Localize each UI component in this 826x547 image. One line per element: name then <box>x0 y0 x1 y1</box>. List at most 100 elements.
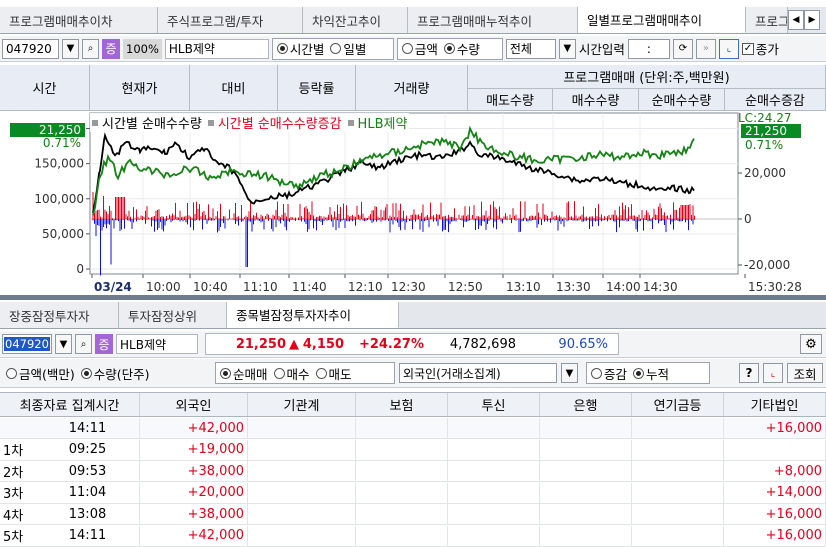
up-arrow-icon: ▲ <box>289 336 299 352</box>
col-institution: 기관계 <box>248 393 356 416</box>
lower-unit-radio-group: 금액(백만) 수량(단주) <box>2 362 211 384</box>
table-row[interactable]: 5차 14:11 +42,000 +16,000 <box>0 525 826 547</box>
cell-pension <box>632 461 724 481</box>
cell-foreign: +42,000 <box>140 418 248 438</box>
scope-dropdown-button[interactable]: ▼ <box>558 38 576 59</box>
lower-search-button[interactable]: ⌕ <box>75 334 92 354</box>
left-tick-label: 150,000 <box>34 157 84 171</box>
cell-bank <box>540 439 632 460</box>
radio-change[interactable]: 증감 <box>591 364 627 383</box>
lower-code-dropdown-button[interactable]: ▼ <box>55 334 72 354</box>
time-input[interactable]: : <box>627 38 670 59</box>
cell-foreign: +19,000 <box>140 439 248 460</box>
col-insurance: 보험 <box>356 393 448 416</box>
scope-select-value: 전체 <box>509 42 532 56</box>
table-row[interactable]: 1차 09:25 +19,000 <box>0 439 826 461</box>
tab-cumulative-trend[interactable]: 프로그램매매누적추이 <box>408 7 578 33</box>
refresh-button[interactable]: ⟳ <box>672 38 693 59</box>
tab-scroll-right-button[interactable]: ▶ <box>804 10 820 30</box>
cell-insurance <box>356 525 448 546</box>
settings-button[interactable]: ⚙ <box>800 334 822 354</box>
col-pension: 연기금등 <box>632 393 724 416</box>
next-button[interactable]: » <box>695 38 716 59</box>
cell-label-time: 5차 14:11 <box>0 525 140 546</box>
lower-toolbar: 047920 ▼ ⌕ 증 HLB제약 21,250 ▲ 4,150 +24.27… <box>0 331 826 358</box>
col-time-header: 시간 <box>0 65 90 111</box>
table-row[interactable]: 4차 13:08 +38,000 +16,000 <box>0 504 826 525</box>
radio-qty-shares-label: 수량(단주) <box>93 366 150 382</box>
col-price-header: 현재가 <box>90 65 190 111</box>
x-tick-label: 11:40 <box>292 280 327 294</box>
investor-dropdown-button[interactable]: ▼ <box>561 363 578 383</box>
code-dropdown-button[interactable]: ▼ <box>62 38 79 59</box>
cell-label-time: 4차 13:08 <box>0 504 140 524</box>
table-row[interactable]: 3차 11:04 +20,000 +14,000 <box>0 482 826 504</box>
radio-dot-icon <box>401 43 413 54</box>
radio-dot-icon <box>220 367 231 379</box>
radio-buy[interactable]: 매수 <box>273 364 310 383</box>
search-button[interactable]: ⌕ <box>82 38 99 59</box>
cell-other: +14,000 <box>724 482 826 503</box>
x-tick-label: 13:10 <box>506 280 541 294</box>
radio-amount-million[interactable]: 금액(백만) <box>6 364 75 383</box>
radio-day[interactable]: 일별 <box>330 39 366 58</box>
cell-bank <box>540 482 632 503</box>
tab-stock-investor-trend[interactable]: 종목별잠정투자자추이 <box>227 302 399 328</box>
tab-arbitrage-balance[interactable]: 차익잔고추이 <box>303 7 408 33</box>
scope-select[interactable]: 전체 <box>505 38 556 59</box>
gear-icon: ⚙ <box>805 336 817 352</box>
search-icon: ⌕ <box>80 338 87 350</box>
lower-stock-code-input[interactable]: 047920 <box>2 334 52 354</box>
query-button[interactable]: 조회 <box>787 363 823 383</box>
tab-intraday-investor[interactable]: 장중잠정투자자 <box>0 302 119 328</box>
quote-price: 21,250 <box>235 336 286 352</box>
lower-chart-button[interactable]: ⌞ <box>763 363 783 383</box>
right-top-label: LC:24.27 <box>738 111 792 125</box>
tab-daily-program[interactable]: 일별프로그램매매추이 <box>578 7 746 33</box>
tab-program-trend[interactable]: 프로그램매매추이차 <box>0 7 158 33</box>
cell-label-time: 2차 09:53 <box>0 461 140 481</box>
table-row[interactable]: 14:11 +42,000 +16,000 <box>0 418 826 439</box>
radio-qty-shares[interactable]: 수량(단주) <box>80 364 150 383</box>
cell-pension <box>632 504 724 524</box>
close-price-checkbox[interactable]: ✓ 종가 <box>741 39 779 58</box>
chart-toggle-button[interactable]: ⌞ <box>718 38 739 59</box>
col-collect-time: 최종자료 집계시간 <box>0 393 140 416</box>
tab-stock-program[interactable]: 주식프로그램/투자 <box>158 7 303 33</box>
splitter[interactable] <box>0 295 826 300</box>
tab-scroll-left-button[interactable]: ◀ <box>788 10 804 30</box>
cell-insurance <box>356 482 448 503</box>
radio-amount[interactable]: 금액 <box>401 39 438 58</box>
cell-pension <box>632 439 724 460</box>
stock-type-badge: 증 <box>102 38 120 59</box>
radio-net[interactable]: 순매매 <box>220 364 268 383</box>
cell-other: +16,000 <box>724 504 826 524</box>
cell-bank <box>540 525 632 546</box>
cell-trust <box>448 461 540 481</box>
col-rate-header: 등락률 <box>278 65 356 111</box>
cell-pension <box>632 525 724 546</box>
col-bank: 은행 <box>540 393 632 416</box>
stock-code-input[interactable]: 047920 <box>2 38 59 59</box>
radio-amount-million-label: 금액(백만) <box>19 366 75 382</box>
top-toolbar: 047920 ▼ ⌕ 증 100% HLB제약 시간별 일별 금액 수량 전체 … <box>0 36 826 62</box>
radio-qty[interactable]: 수량 <box>443 39 480 58</box>
cell-institution <box>248 418 356 438</box>
radio-time[interactable]: 시간별 <box>276 39 324 58</box>
help-button[interactable]: ? <box>739 363 759 383</box>
cell-trust <box>448 504 540 524</box>
legend-price-label: HLB제약 <box>357 117 408 132</box>
radio-qty-label: 수량 <box>456 42 480 57</box>
investor-select[interactable]: 외국인(거래소집계) <box>399 363 557 383</box>
program-chart[interactable]: 200,000150,000100,00050,000020,0000-20,0… <box>0 111 826 295</box>
cell-institution <box>248 504 356 524</box>
col-other-corp: 기타법인 <box>724 393 826 416</box>
table-row[interactable]: 2차 09:53 +38,000 +8,000 <box>0 461 826 482</box>
radio-cumulative[interactable]: 누적 <box>633 364 669 383</box>
tab-investor-top[interactable]: 투자잠정상위 <box>119 302 227 328</box>
cell-label-time: 3차 11:04 <box>0 482 140 503</box>
x-tick-label: 12:10 <box>348 280 383 294</box>
legend-net-change: 시간별 순매수수량증감 <box>207 113 342 132</box>
radio-sell[interactable]: 매도 <box>315 364 352 383</box>
tab-program-more[interactable]: 프로그 <box>746 7 788 33</box>
